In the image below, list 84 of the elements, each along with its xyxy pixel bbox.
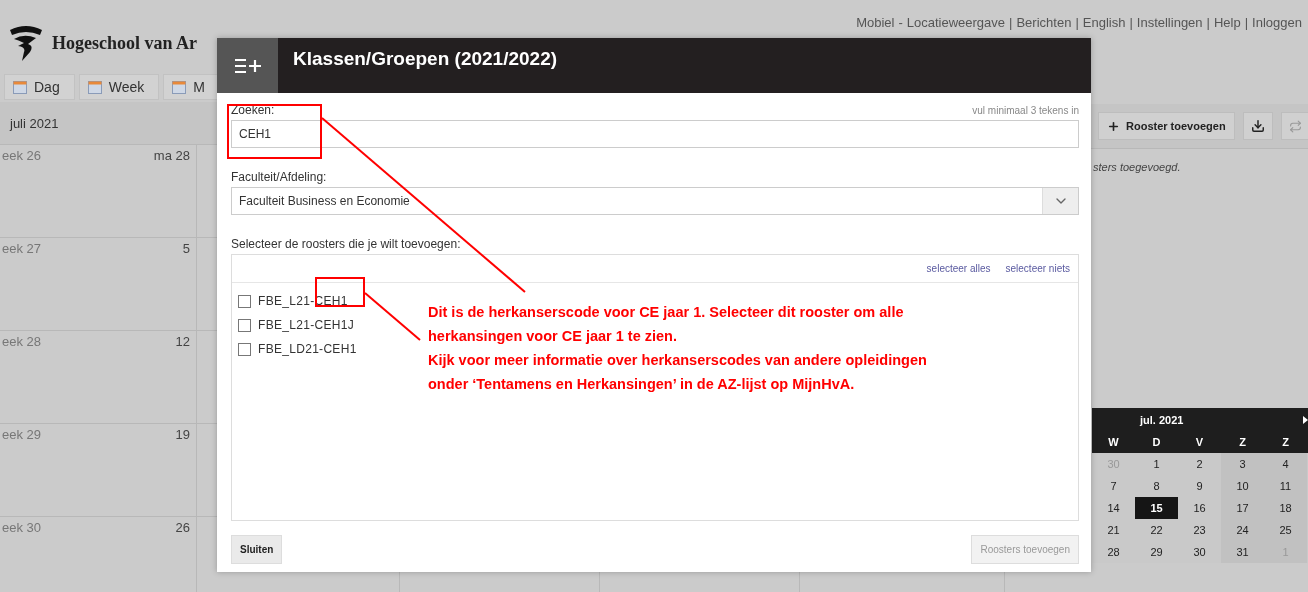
annotation-text: Dit is de herkanserscode voor CE jaar 1. Selecteer dit rooster om alle herkansingen voor CE jaar 1 te zien. Kijk voor meer informatie over herkanserscodes van andere opleidingen onder ‘Tentamens en Herkansingen’ in de AZ-lijst op MijnHvA. [428,303,927,394]
separator: | [1075,15,1079,30]
search-hint: vul minimaal 3 tekens in [972,105,1079,116]
calendar-day[interactable]: 2 [1178,453,1221,475]
header-link[interactable]: English [1082,15,1126,30]
calendar-day[interactable]: 4 [1264,453,1307,475]
weekday-label: V [1194,436,1205,448]
separator: | [1244,15,1249,30]
calendar-day[interactable]: 29 [1135,541,1178,563]
faculty-select[interactable]: Faculteit Business en Economie [231,187,1079,215]
weekday-label: D [1151,436,1162,448]
calendar-day[interactable]: 15 [1135,497,1178,519]
calendar-day[interactable]: 14 [1092,497,1135,519]
calendar-day[interactable]: 8 [1135,475,1178,497]
header-link[interactable]: Instellingen [1136,15,1203,30]
separator: - [898,15,903,30]
download-icon [1250,119,1265,133]
calendar-day[interactable]: 30 [1178,541,1221,563]
checkbox[interactable] [238,318,251,332]
select-all-link[interactable]: selecteer alles [926,263,991,274]
add-schedule-button[interactable]: Rooster toevoegen [1098,112,1235,140]
list-label: Selecteer de roosters die je wilt toevoegen: [231,237,462,251]
list-add-icon [233,56,262,75]
week-label: eek 28 [2,334,42,349]
calendar-day[interactable]: 17 [1221,497,1264,519]
separator: | [1009,15,1013,30]
view-tab[interactable]: Dag [4,74,75,100]
schedule-label: FBE_L21-CEH1J [258,318,354,332]
header-link[interactable]: Inloggen [1252,15,1302,30]
schedule-label: FBE_LD21-CEH1 [258,342,357,356]
period-label: juli 2021 [10,115,59,131]
day-number: 19 [175,427,190,442]
month-label: jul. 2021 [1140,413,1184,426]
weekday-label: Z [1238,436,1247,448]
calendar-day[interactable]: 28 [1092,541,1135,563]
week-label: eek 30 [2,520,42,535]
day-number: 26 [175,520,190,535]
calendar-day[interactable]: 23 [1178,519,1221,541]
search-field[interactable]: CEH1 [231,120,1079,148]
calendar-day[interactable]: 10 [1221,475,1264,497]
logo-text: Hogeschool van Ar [52,32,197,54]
select-none-link[interactable]: selecteer niets [1005,263,1070,274]
week-label: eek 29 [2,427,42,442]
header-link[interactable]: Help [1213,15,1241,30]
view-tab[interactable]: M [163,74,220,100]
weekday-label: Z [1281,436,1290,448]
checkbox[interactable] [238,342,251,356]
faculty-label: Faculteit/Afdeling: [231,170,328,184]
calendar-day[interactable]: 24 [1221,519,1264,541]
calendar-day[interactable]: 7 [1092,475,1135,497]
checkbox[interactable] [238,294,251,308]
week-label: eek 27 [2,241,42,256]
calendar-day[interactable]: 22 [1135,519,1178,541]
calendar-day[interactable]: 9 [1178,475,1221,497]
day-number: 5 [182,241,190,256]
header-link[interactable]: Mobiel [856,15,895,30]
view-tab[interactable]: Week [78,74,160,100]
logo-icon [8,24,44,62]
close-button[interactable]: Sluiten [231,535,283,564]
calendar-icon [13,80,27,94]
calendar-day[interactable]: 16 [1178,497,1221,519]
repeat-icon [1289,119,1303,133]
download-button[interactable] [1242,112,1273,140]
day-number: 12 [175,334,190,349]
calendar-day[interactable]: 11 [1264,475,1307,497]
calendar-day[interactable]: 21 [1092,519,1135,541]
week-label: eek 26 [2,148,42,163]
weekday-label: W [1107,436,1120,448]
calendar-icon [87,80,102,94]
header-link[interactable]: Locatieweergave [906,15,1006,30]
calendar-day[interactable]: 25 [1264,519,1307,541]
plus-icon [1107,119,1120,133]
separator: | [1206,15,1210,30]
separator: | [1129,15,1133,30]
calendar-icon [172,80,187,94]
schedule-note: sters toegevoegd. [1093,161,1182,173]
dialog-title: Klassen/Groepen (2021/2022) [293,48,558,71]
calendar-day[interactable]: 3 [1221,453,1264,475]
calendar-day[interactable]: 31 [1221,541,1264,563]
next-arrow-icon[interactable] [1303,415,1308,424]
calendar-day[interactable]: 18 [1264,497,1307,519]
header-link[interactable]: Berichten [1016,15,1072,30]
calendar-day[interactable]: 1 [1135,453,1178,475]
day-number: ma 28 [153,148,190,163]
